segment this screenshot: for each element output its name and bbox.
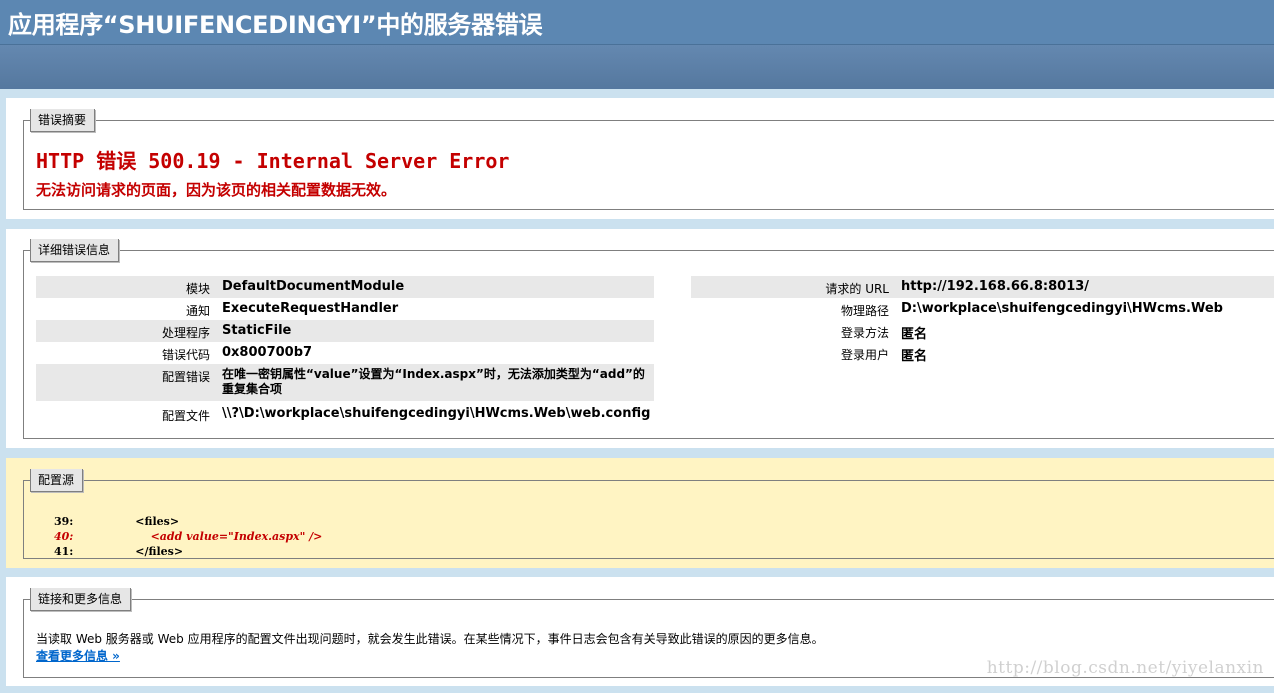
page-title: 应用程序“SHUIFENCEDINGYI”中的服务器错误 xyxy=(8,11,543,39)
detail-value: 在唯一密钥属性“value”设置为“Index.aspx”时，无法添加类型为“a… xyxy=(222,364,654,401)
detail-label: 通知 xyxy=(185,304,210,318)
detail-value: 匿名 xyxy=(901,349,928,364)
table-row: 配置文件 \\?\D:\workplace\shuifengcedingyi\H… xyxy=(36,401,654,424)
details-fieldset: 详细错误信息 模块 DefaultDocumentModule 通知 Execu… xyxy=(23,239,1274,439)
detail-value: D:\workplace\shuifengcedingyi\HWcms.Web xyxy=(901,301,1223,316)
header-subbar xyxy=(0,45,1274,89)
line-number: 41: xyxy=(54,545,74,558)
more-info-legend: 链接和更多信息 xyxy=(30,588,132,611)
detail-label: 配置文件 xyxy=(161,409,210,423)
detail-value: ExecuteRequestHandler xyxy=(222,301,399,316)
code-text: </files> xyxy=(74,545,184,558)
table-row: 配置错误 在唯一密钥属性“value”设置为“Index.aspx”时，无法添加… xyxy=(36,364,654,401)
code-text: <add value="Index.aspx" /> xyxy=(74,530,323,543)
detail-value: 匿名 xyxy=(901,327,928,342)
error-summary-legend: 错误摘要 xyxy=(30,109,96,132)
table-row: 通知 ExecuteRequestHandler xyxy=(36,298,654,320)
table-row: 处理程序 StaticFile xyxy=(36,320,654,342)
code-text: <files> xyxy=(74,515,180,528)
details-left-table: 模块 DefaultDocumentModule 通知 ExecuteReque… xyxy=(36,276,654,424)
error-summary-panel: 错误摘要 HTTP 错误 500.19 - Internal Server Er… xyxy=(6,98,1274,219)
config-source-fieldset: 配置源 39: <files> 40: <add value="Index.as… xyxy=(23,469,1274,559)
config-source-legend: 配置源 xyxy=(30,469,84,492)
detail-value: DefaultDocumentModule xyxy=(222,276,654,298)
detail-label: 物理路径 xyxy=(840,304,889,318)
detail-label: 登录方法 xyxy=(840,326,889,340)
table-row: 错误代码 0x800700b7 xyxy=(36,342,654,364)
detail-label: 错误代码 xyxy=(161,348,210,362)
more-info-text: 当读取 Web 服务器或 Web 应用程序的配置文件出现问题时，就会发生此错误。… xyxy=(36,632,824,646)
config-source-code: 39: <files> 40: <add value="Index.aspx" … xyxy=(54,514,322,559)
table-row: 登录用户 匿名 xyxy=(691,342,1274,364)
detail-value: http://192.168.66.8:8013/ xyxy=(901,276,1274,298)
detail-value: 0x800700b7 xyxy=(222,345,313,360)
detail-label: 登录用户 xyxy=(840,348,889,362)
code-line: 39: <files> xyxy=(54,514,322,529)
line-number: 39: xyxy=(54,515,74,528)
more-info-link[interactable]: 查看更多信息 » xyxy=(36,647,120,664)
details-panel: 详细错误信息 模块 DefaultDocumentModule 通知 Execu… xyxy=(6,229,1274,448)
detail-label: 配置错误 xyxy=(36,364,222,401)
more-info-panel: 链接和更多信息 当读取 Web 服务器或 Web 应用程序的配置文件出现问题时，… xyxy=(6,577,1274,686)
table-row: 登录方法 匿名 xyxy=(691,320,1274,342)
error-summary-fieldset: 错误摘要 HTTP 错误 500.19 - Internal Server Er… xyxy=(23,109,1274,210)
table-row: 模块 DefaultDocumentModule xyxy=(36,276,654,298)
code-line-highlighted: 40: <add value="Index.aspx" /> xyxy=(54,529,322,544)
detail-label: 请求的 URL xyxy=(691,276,901,298)
page-header: 应用程序“SHUIFENCEDINGYI”中的服务器错误 xyxy=(0,0,1274,45)
watermark: http://blog.csdn.net/yiyelanxin xyxy=(986,658,1264,678)
table-row: 请求的 URL http://192.168.66.8:8013/ xyxy=(691,276,1274,298)
line-number: 40: xyxy=(54,530,74,543)
detail-label: 模块 xyxy=(36,276,222,298)
error-title: HTTP 错误 500.19 - Internal Server Error xyxy=(36,149,510,173)
code-line: 41: </files> xyxy=(54,544,322,559)
detail-value: \\?\D:\workplace\shuifengcedingyi\HWcms.… xyxy=(222,406,651,421)
detail-label: 处理程序 xyxy=(36,320,222,342)
details-legend: 详细错误信息 xyxy=(30,239,120,262)
details-right-table: 请求的 URL http://192.168.66.8:8013/ 物理路径 D… xyxy=(691,276,1274,364)
config-source-panel: 配置源 39: <files> 40: <add value="Index.as… xyxy=(6,458,1274,568)
detail-value: StaticFile xyxy=(222,320,654,342)
error-description: 无法访问请求的页面，因为该页的相关配置数据无效。 xyxy=(36,181,397,199)
table-row: 物理路径 D:\workplace\shuifengcedingyi\HWcms… xyxy=(691,298,1274,320)
